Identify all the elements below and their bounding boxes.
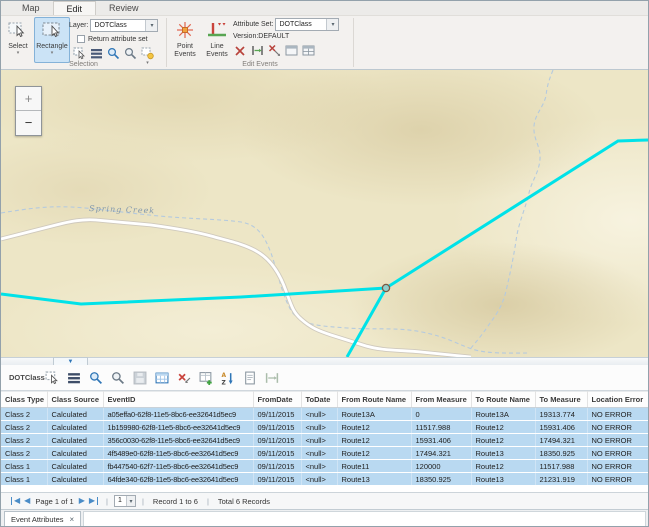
record-range-label: Record 1 to 6 [153,497,198,506]
table-add-icon[interactable] [199,371,213,385]
chevron-down-icon[interactable]: ▾ [326,19,338,30]
tab-event-attributes[interactable]: Event Attributes × [4,511,81,527]
chevron-down-icon[interactable]: ▾ [126,496,135,506]
remove-selection-icon[interactable] [177,371,191,385]
column-header-from-measure[interactable]: From Measure [411,392,471,408]
column-header-todate[interactable]: ToDate [301,392,337,408]
magnifier-icon[interactable] [124,47,137,60]
group-separator [166,18,167,67]
last-page-button[interactable]: ▶ [89,497,98,505]
event-attributes-table: Class Type Class Source EventID FromDate… [1,391,649,486]
rectangle-tool-button[interactable]: Rectangle ▾ [34,17,70,63]
creek-line [1,207,529,353]
creek-label: Spring Creek [89,204,155,215]
route-event-line-northeast[interactable] [386,140,648,288]
first-page-button[interactable]: ◀ [11,497,20,505]
attribute-panel-header: DOTClass [1,365,648,391]
collapse-arrow-icon: ▼ [68,359,74,365]
column-header-to-measure[interactable]: To Measure [535,392,587,408]
list-icon[interactable] [90,47,103,60]
close-icon[interactable]: × [70,516,75,524]
panel-divider[interactable]: ▼ [1,357,648,365]
table-row[interactable]: Class 2 Calculated 356c0030-62f8-11e5-8b… [1,434,648,447]
return-attribute-set-checkbox[interactable] [77,35,85,43]
road-line [1,220,471,357]
pagination-bar: ◀ ◀ Page 1 of 1 ▶ ▶ | 1 ▾ | Record 1 to … [1,492,648,509]
layer-combobox[interactable]: DOTClass ▾ [90,19,158,32]
attribute-table-icon[interactable] [155,371,169,385]
selection-group-label: Selection [1,61,166,68]
page-selector[interactable]: 1 ▾ [114,495,136,507]
layer-label: Layer: [69,22,88,29]
sort-az-icon[interactable]: A Z [221,371,235,385]
point-events-button[interactable]: Point Events [170,17,200,63]
event-editor-window: Map Edit Review Select ▾ [0,0,649,527]
edit-events-group-label: Edit Events [167,61,353,68]
page-note-icon[interactable] [243,371,257,385]
zoom-in-button[interactable]: + [16,87,41,111]
panel-toolbar: A Z [45,371,279,385]
tab-edit[interactable]: Edit [53,1,97,15]
zoom-out-button[interactable]: − [16,111,41,135]
tab-strip-well [83,511,646,527]
column-header-eventid[interactable]: EventID [103,392,253,408]
point-events-icon [174,18,196,42]
table-row[interactable]: Class 2 Calculated 4f5489e0-62f8-11e5-8b… [1,447,648,460]
route-event-line-west[interactable] [1,288,386,304]
column-header-location-error[interactable]: Location Error [587,392,648,408]
column-header-class-source[interactable]: Class Source [47,392,103,408]
svg-text:A: A [222,372,227,378]
column-header-from-route-name[interactable]: From Route Name [337,392,411,408]
table-row[interactable]: Class 1 Calculated 64fde340-62f8-11e5-8b… [1,473,648,486]
map-view[interactable]: Spring Creek + − [1,70,648,357]
rectangle-select-icon [40,18,64,42]
chevron-down-icon: ▾ [51,51,54,56]
ribbon: Map Edit Review Select ▾ [1,1,648,70]
zoom-to-selection-icon[interactable] [107,47,120,60]
select-features-box-icon[interactable] [73,47,86,60]
pan-to-selection-icon[interactable] [111,371,125,385]
tab-review[interactable]: Review [96,1,152,15]
measure-brackets-icon[interactable] [265,371,279,385]
attribute-set-combobox[interactable]: DOTClass ▾ [275,18,339,31]
zoom-to-selection-icon[interactable] [89,371,103,385]
table-row[interactable]: Class 2 Calculated a05effa0-62f8-11e5-8b… [1,408,648,421]
window-grid-icon[interactable] [302,44,315,57]
line-events-button[interactable]: Line Events [202,17,232,63]
select-box-icon[interactable] [45,371,59,385]
group-separator [353,18,354,67]
svg-text:Z: Z [222,380,227,385]
version-label: Version:DEFAULT [233,33,289,40]
map-zoom-control: + − [15,86,42,136]
select-tool-button[interactable]: Select ▾ [3,17,33,63]
x-arrow-icon[interactable] [268,44,281,57]
table-row[interactable]: Class 2 Calculated 1b159980-62f8-11e5-8b… [1,421,648,434]
red-x-icon[interactable] [234,44,247,57]
table-row[interactable]: Class 1 Calculated fb447540-62f7-11e5-8b… [1,460,648,473]
split-arrows-icon[interactable] [251,44,264,57]
road-line [1,220,471,357]
column-header-class-type[interactable]: Class Type [1,392,47,408]
chevron-down-icon: ▾ [17,51,20,56]
return-attribute-set-label: Return attribute set [88,36,148,43]
attribute-set-label: Attribute Set: [233,21,273,28]
column-header-to-route-name[interactable]: To Route Name [471,392,535,408]
column-header-fromdate[interactable]: FromDate [253,392,301,408]
line-events-icon [206,18,228,42]
tab-map[interactable]: Map [9,1,53,15]
show-selected-records-icon[interactable] [67,371,81,385]
bottom-tab-strip: Event Attributes × [1,509,648,527]
previous-page-button[interactable]: ◀ [24,497,30,505]
panel-title: DOTClass [9,373,43,382]
ribbon-tab-strip: Map Edit Review [1,1,648,16]
select-cursor-icon [7,18,29,42]
save-icon[interactable] [133,371,147,385]
total-records-label: Total 6 Records [218,497,270,506]
page-label: Page 1 of 1 [35,497,73,506]
route-junction-marker[interactable] [382,284,389,291]
table-header-row: Class Type Class Source EventID FromDate… [1,392,648,408]
next-page-button[interactable]: ▶ [79,497,85,505]
chevron-down-icon[interactable]: ▾ [145,20,157,31]
window-icon[interactable] [285,44,298,57]
